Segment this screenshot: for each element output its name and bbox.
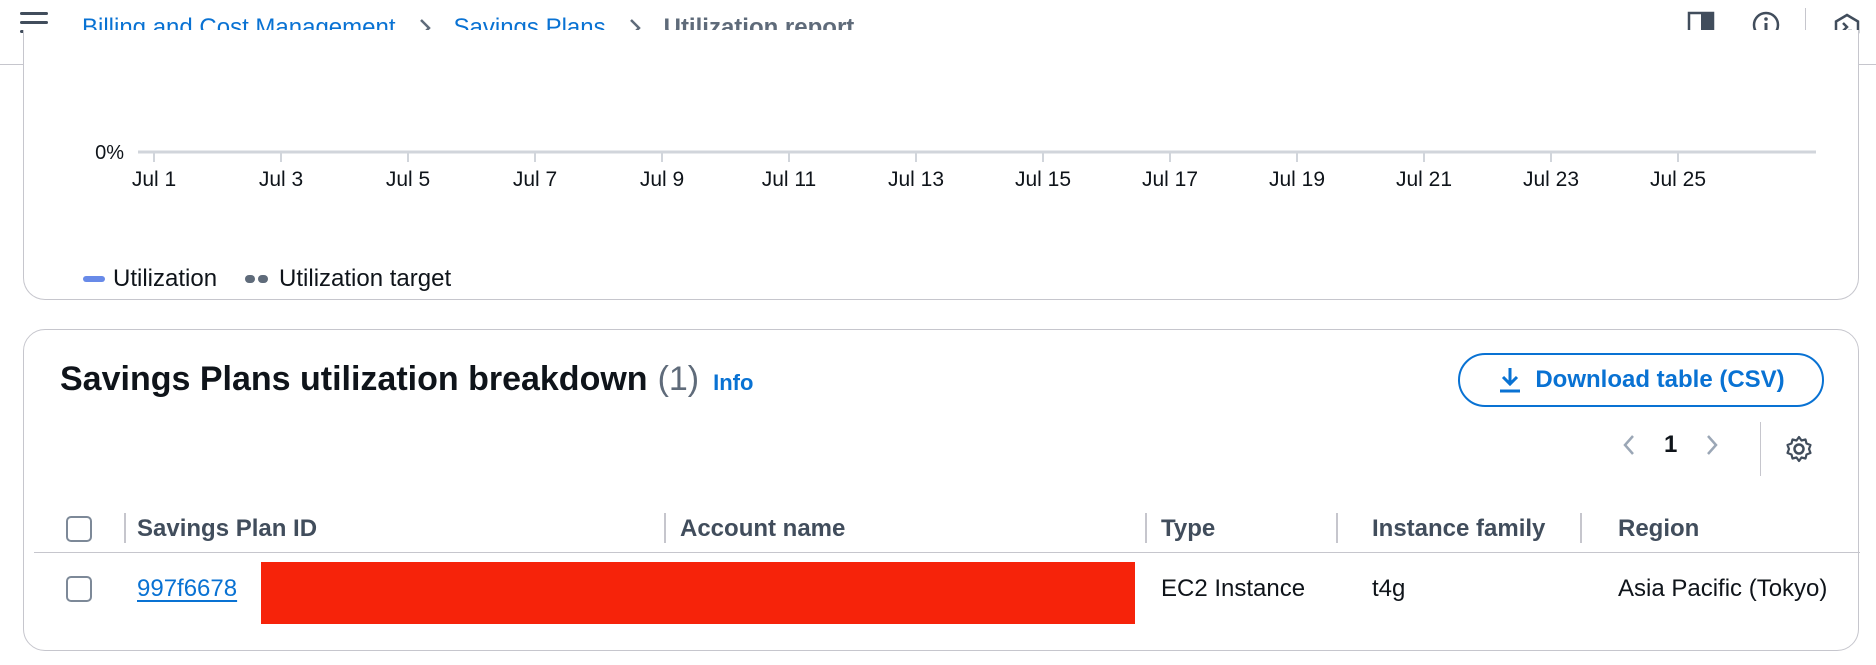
column-header-savings-plan-id[interactable]: Savings Plan ID [137, 505, 317, 552]
x-tick-label: Jul 23 [1523, 168, 1579, 191]
breakdown-title: Savings Plans utilization breakdown [60, 360, 648, 398]
region-cell: Asia Pacific (Tokyo) [1618, 575, 1828, 602]
x-tick-label: Jul 21 [1396, 168, 1452, 191]
column-header-type[interactable]: Type [1161, 505, 1215, 552]
utilization-chart-card: 0% Jul 1 Jul 3 Jul 5 Jul 7 Jul 9 Jul 11 Jul 13 J… [23, 30, 1859, 300]
legend-swatch-dashed [245, 275, 271, 283]
utilization-breakdown-card: Savings Plans utilization breakdown (1) … [23, 329, 1860, 651]
select-all-cell [66, 505, 92, 552]
x-tick-label: Jul 13 [888, 168, 944, 191]
column-header-account-name[interactable]: Account name [680, 505, 845, 552]
x-tick-label: Jul 17 [1142, 168, 1198, 191]
previous-page-button[interactable] [1614, 430, 1644, 460]
x-tick-label: Jul 9 [640, 168, 684, 191]
x-tick-label: Jul 25 [1650, 168, 1706, 191]
pagination: 1 [1614, 430, 1727, 460]
row-select-checkbox[interactable] [66, 576, 92, 602]
breakdown-header: Savings Plans utilization breakdown (1) … [60, 360, 753, 399]
utilization-chart: 0% Jul 1 Jul 3 Jul 5 Jul 7 Jul 9 Jul 11 Jul 13 J… [95, 142, 1816, 191]
legend-label: Utilization target [279, 265, 452, 292]
legend-item-utilization-target[interactable]: Utilization target [245, 265, 451, 293]
redaction-block [261, 562, 1135, 624]
column-header-instance-family[interactable]: Instance family [1372, 505, 1545, 552]
instance-family-cell: t4g [1372, 575, 1406, 602]
info-link[interactable]: Info [713, 370, 753, 396]
savings-plan-id-link[interactable]: 997f6678 [137, 575, 237, 603]
download-csv-button[interactable]: Download table (CSV) [1458, 353, 1824, 407]
column-resizer[interactable] [1580, 513, 1582, 543]
column-header-region[interactable]: Region [1618, 505, 1699, 552]
chevron-left-icon [1623, 435, 1634, 455]
row-select-cell [66, 554, 92, 624]
legend-label: Utilization [113, 265, 218, 292]
x-tick-label: Jul 1 [132, 168, 176, 191]
next-page-button[interactable] [1697, 430, 1727, 460]
chart-legend: Utilization Utilization target [83, 265, 479, 293]
download-icon [1500, 368, 1521, 393]
table-header-row: Savings Plan ID Account name Type Instan… [34, 505, 1860, 553]
legend-item-utilization[interactable]: Utilization [83, 265, 217, 293]
chevron-right-icon [1707, 435, 1719, 455]
current-page-number[interactable]: 1 [1664, 431, 1677, 459]
select-all-checkbox[interactable] [66, 515, 92, 542]
x-tick-label: Jul 7 [513, 168, 557, 191]
gear-icon[interactable] [1784, 434, 1814, 464]
legend-swatch-solid [83, 276, 105, 282]
column-resizer[interactable] [664, 513, 666, 543]
x-tick-label: Jul 5 [386, 168, 430, 191]
y-tick-label: 0% [95, 142, 124, 164]
x-tick-label: Jul 19 [1269, 168, 1325, 191]
table-row: 997f6678 EC2 Instance t4g Asia Pacific (… [34, 554, 1860, 624]
savings-plan-id-cell: 997f6678 [137, 554, 237, 624]
column-resizer[interactable] [1145, 513, 1147, 543]
pagination-divider [1760, 422, 1761, 476]
x-tick-label: Jul 3 [259, 168, 303, 191]
x-tick-label: Jul 11 [762, 168, 816, 191]
x-tick-label: Jul 15 [1015, 168, 1071, 191]
column-resizer[interactable] [1336, 513, 1338, 543]
type-cell: EC2 Instance [1161, 575, 1306, 602]
breakdown-count: (1) [657, 360, 700, 398]
column-resizer[interactable] [124, 513, 126, 543]
download-csv-label: Download table (CSV) [1535, 366, 1785, 393]
